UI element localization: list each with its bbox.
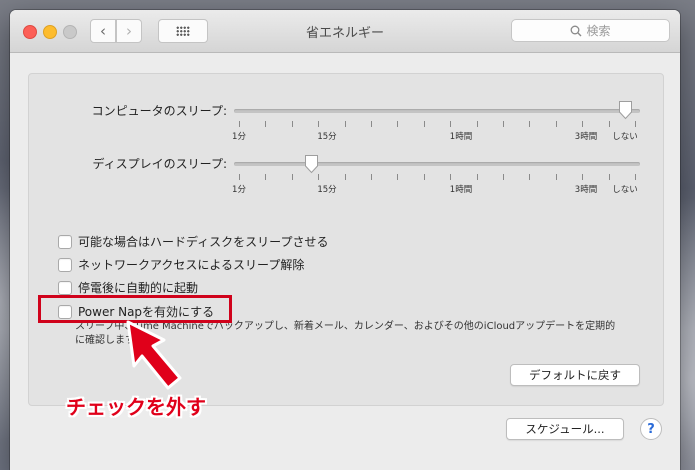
slider-tick: [423, 174, 425, 180]
slider-tick: [555, 174, 557, 180]
option-label: 可能な場合はハードディスクをスリープさせる: [78, 235, 329, 249]
computer-sleep-ticks: [234, 121, 640, 127]
slider-tick: [529, 121, 531, 127]
option-label: 停電後に自動的に起動: [78, 281, 199, 295]
tick-label-never: しない: [612, 132, 638, 142]
slider-tick: [291, 174, 293, 180]
restore-defaults-button[interactable]: デフォルトに戻す: [510, 364, 640, 386]
slider-tick: [397, 121, 399, 127]
computer-sleep-slider-knob[interactable]: [618, 100, 633, 120]
red-arrow-icon: [126, 320, 182, 390]
display-sleep-slider-knob[interactable]: [304, 154, 319, 174]
tick-label-3hours: 3時間: [574, 185, 598, 195]
schedule-button[interactable]: スケジュール...: [506, 418, 624, 440]
title-bar: ‹ › 省エネルギー 検索: [10, 10, 680, 53]
checkbox[interactable]: [58, 280, 72, 295]
slider-tick: [608, 121, 610, 127]
slider-tick: [371, 174, 372, 180]
tick-label-3hours: 3時間: [574, 132, 598, 142]
slider-tick: [423, 121, 425, 127]
slider-tick: [529, 174, 531, 180]
search-placeholder: 検索: [586, 24, 611, 38]
slider-tick: [397, 174, 399, 180]
tick-label-1min: 1分: [232, 185, 246, 195]
tick-label-1hour: 1時間: [449, 132, 473, 142]
computer-sleep-label: コンピュータのスリープ:: [91, 104, 227, 118]
slider-tick: [635, 121, 636, 127]
slider-tick: [608, 174, 610, 180]
option-restart-after-power-failure[interactable]: 停電後に自動的に起動: [58, 279, 198, 296]
checkbox[interactable]: [58, 257, 72, 272]
annotation-text: チェックを外す: [66, 395, 206, 419]
search-icon: [571, 25, 582, 36]
slider-tick: [344, 174, 346, 180]
slider-tick: [318, 121, 320, 127]
display-sleep-ticks: [234, 174, 640, 180]
option-hdd-sleep[interactable]: 可能な場合はハードディスクをスリープさせる: [58, 233, 328, 250]
option-wake-network[interactable]: ネットワークアクセスによるスリープ解除: [58, 256, 304, 273]
help-button[interactable]: ?: [640, 418, 662, 440]
option-label: ネットワークアクセスによるスリープ解除: [78, 258, 305, 272]
slider-tick: [476, 174, 478, 180]
tick-label-15min: 15分: [317, 185, 337, 195]
slider-tick: [503, 121, 504, 127]
slider-tick: [291, 121, 293, 127]
slider-tick: [555, 121, 557, 127]
slider-tick: [371, 121, 372, 127]
slider-tick: [318, 174, 320, 180]
display-sleep-slider[interactable]: [234, 162, 640, 166]
slider-tick: [239, 174, 240, 180]
slider-tick: [582, 121, 584, 127]
tick-label-never: しない: [612, 185, 638, 195]
slider-tick: [476, 121, 478, 127]
slider-tick: [265, 121, 267, 127]
checkbox[interactable]: [58, 234, 72, 249]
slider-tick: [239, 121, 240, 127]
slider-tick: [582, 174, 584, 180]
slider-tick: [635, 174, 636, 180]
slider-tick: [503, 174, 504, 180]
search-input[interactable]: 検索: [511, 19, 670, 42]
display-sleep-label: ディスプレイのスリープ:: [92, 157, 227, 171]
slider-tick: [344, 121, 346, 127]
tick-label-15min: 15分: [317, 132, 337, 142]
slider-tick: [450, 121, 452, 127]
tick-label-1hour: 1時間: [449, 185, 473, 195]
tick-label-1min: 1分: [232, 132, 246, 142]
computer-sleep-slider[interactable]: [234, 109, 640, 113]
slider-tick: [450, 174, 452, 180]
slider-tick: [265, 174, 267, 180]
